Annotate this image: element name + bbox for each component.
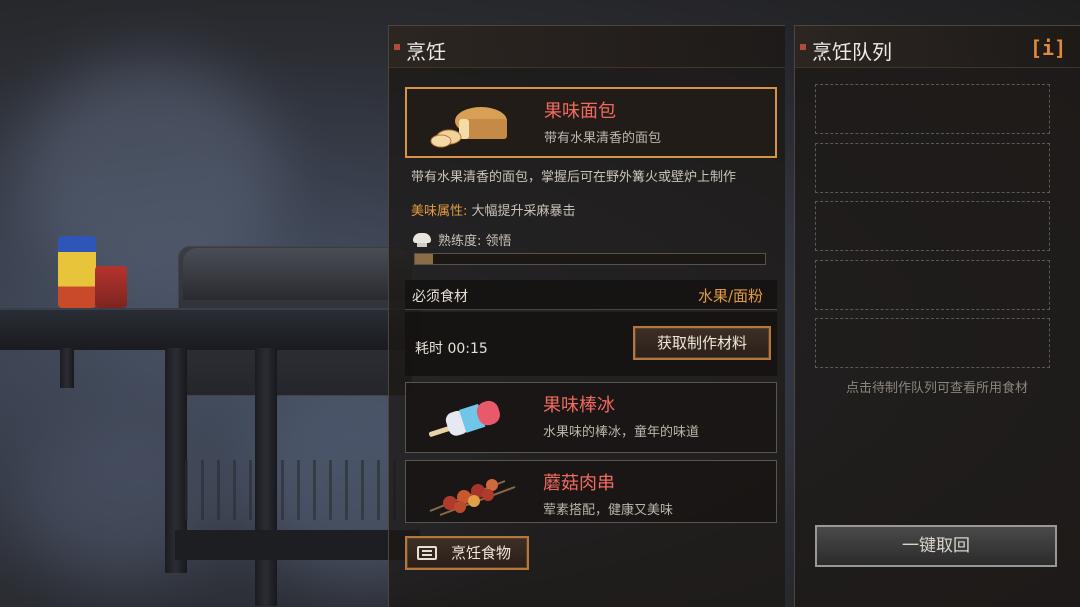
proficiency-bar-fill — [415, 254, 433, 264]
table-leg — [60, 348, 74, 388]
table — [0, 308, 420, 350]
recipe-card-fruit-popsicle[interactable]: 果味棒冰 水果味的棒冰，童年的味道 — [405, 382, 777, 453]
cook-time-row: 耗时 00:15 获取制作材料 — [405, 312, 777, 376]
cook-food-button[interactable]: 烹饪食物 — [405, 536, 529, 570]
required-value: 水果/面粉 — [697, 287, 763, 305]
recipe-desc: 带有水果清香的面包 — [544, 131, 662, 146]
get-materials-button[interactable]: 获取制作材料 — [633, 326, 771, 360]
required-ingredients: 必须食材 水果/面粉 — [405, 280, 777, 310]
grill-rack — [185, 460, 415, 520]
cooking-panel-header: 烹饪 — [389, 26, 785, 68]
flavor-attribute: 美味属性: 大幅提升采麻暴击 — [411, 200, 576, 219]
jar — [95, 266, 127, 308]
queue-slot[interactable] — [815, 143, 1050, 193]
flavor-label: 美味属性: — [411, 204, 468, 219]
cook-time: 耗时 00:15 — [415, 341, 488, 357]
skewer-icon — [429, 479, 516, 516]
recipe-desc: 荤素搭配，健康又美味 — [543, 503, 674, 518]
info-button[interactable]: [i] — [1030, 37, 1066, 61]
recipe-desc: 水果味的棒冰，童年的味道 — [543, 425, 700, 440]
queue-panel-title: 烹饪队列 — [812, 40, 892, 64]
proficiency-label: 熟练度: 领悟 — [438, 234, 512, 249]
recipe-name: 果味面包 — [544, 101, 616, 122]
recipe-name: 蘑菇肉串 — [543, 473, 615, 494]
queue-slot[interactable] — [815, 318, 1050, 368]
queue-hint: 点击待制作队列可查看所用食材 — [845, 381, 1028, 396]
recipe-description: 带有水果清香的面包，掌握后可在野外篝火或壁炉上制作 — [411, 170, 737, 185]
queue-slot[interactable] — [815, 84, 1050, 134]
bread-icon — [430, 107, 507, 148]
queue-slot[interactable] — [815, 201, 1050, 251]
table-shelf — [175, 530, 420, 560]
required-label: 必须食材 — [412, 289, 468, 305]
recipe-card-fruit-bread[interactable]: 果味面包 带有水果清香的面包 — [405, 87, 777, 158]
recipe-name: 果味棒冰 — [543, 395, 615, 416]
flavor-value: 大幅提升采麻暴击 — [471, 204, 576, 219]
cook-food-label: 烹饪食物 — [450, 544, 511, 562]
recipe-card-mushroom-skewer[interactable]: 蘑菇肉串 荤素搭配，健康又美味 — [405, 460, 777, 523]
recipe-book-icon — [417, 546, 437, 560]
queue-panel-header: 烹饪队列 [i] — [795, 26, 1080, 68]
queue-slot[interactable] — [815, 260, 1050, 310]
cooking-panel-title: 烹饪 — [406, 40, 446, 64]
recall-all-button[interactable]: 一键取回 — [815, 525, 1057, 567]
header-marker — [800, 44, 806, 50]
bottle — [58, 236, 96, 308]
chef-hat-icon — [411, 232, 433, 247]
popsicle-icon — [428, 400, 500, 437]
proficiency-bar — [414, 253, 766, 265]
header-marker — [394, 44, 400, 50]
proficiency: 熟练度: 领悟 — [411, 230, 512, 249]
grill-lid — [183, 248, 411, 300]
